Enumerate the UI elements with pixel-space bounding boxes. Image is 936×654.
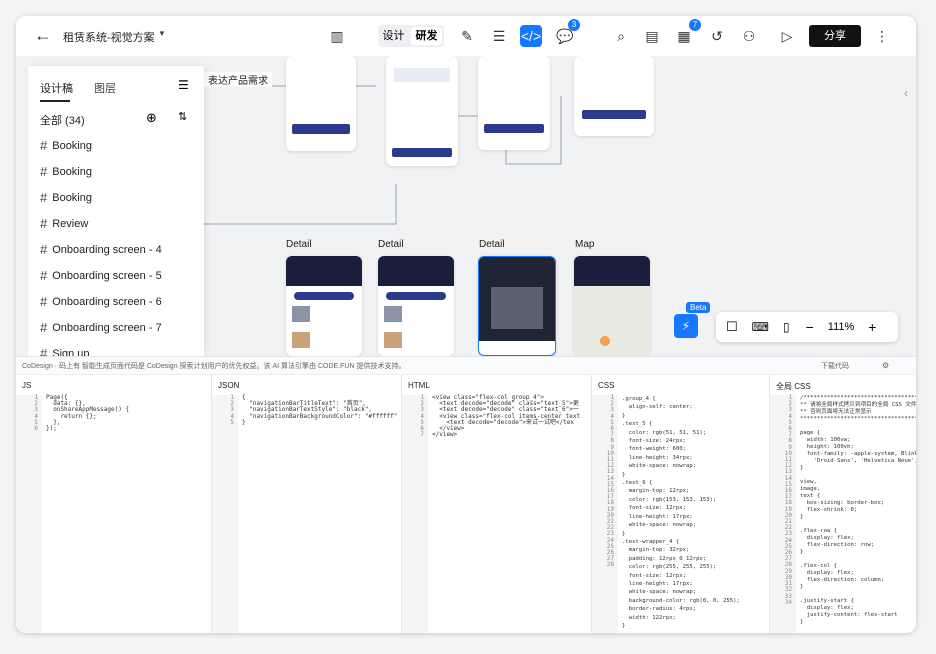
page-item[interactable]: # Onboarding screen - 5 [40,268,162,283]
frame-booking-1[interactable] [286,56,356,151]
hash-icon: # [40,190,48,205]
js-code[interactable]: Page({ data: {}, onShareAppMessage() { r… [46,394,129,432]
page-item[interactable]: # Onboarding screen - 4 [40,242,162,257]
tab-designs[interactable]: 设计稿 [40,80,73,96]
zoom-in-icon[interactable]: + [868,319,876,335]
zoom-level[interactable]: 111% [828,321,855,333]
chevron-down-icon[interactable]: ▼ [158,29,166,38]
eyedropper-icon[interactable]: ✎ [456,25,478,47]
frame-map[interactable] [574,256,650,356]
frame-booking-3[interactable] [478,56,550,150]
code-icon[interactable]: </> [520,25,542,47]
layout-icon[interactable]: ▥ [326,25,348,47]
settings-icon[interactable]: ⚙ [882,361,889,370]
html-header: HTML [408,381,430,390]
history-icon[interactable]: ↺ [706,25,728,47]
page-item[interactable]: # Onboarding screen - 7 [40,320,162,335]
hash-icon: # [40,138,48,153]
tab-dev[interactable]: 研发 [411,27,442,45]
css-column: CSS 1 2 3 4 5 6 7 8 9 10 11 12 13 14 15 … [592,375,770,633]
html-column: HTML 1 2 3 4 5 6 7 <view class="flex-col… [402,375,592,633]
page-item[interactable]: # Review [40,216,88,231]
js-column: JS 1 2 3 4 5 6 Page({ data: {}, onShareA… [16,375,212,633]
file-title[interactable]: 租赁系统-视觉方案 [63,29,155,45]
hash-icon: # [40,164,48,179]
page-item[interactable]: # Booking [40,164,92,179]
js-header: JS [22,381,32,390]
mode-switch: 设计 研发 [378,25,444,47]
tab-layers[interactable]: 图层 [94,80,116,96]
pages-count: 全部 (34) [40,115,85,127]
global-css-column: 全局 CSS 1 2 3 4 5 6 7 8 9 10 11 12 13 14 … [770,375,916,633]
share-button[interactable]: 分享 [809,25,861,47]
keyboard-icon[interactable]: ⌨ [752,320,769,334]
page-item[interactable]: # Booking [40,138,92,153]
json-code[interactable]: { "navigationBarTitleText": "首页", "navig… [242,394,397,426]
frame-label[interactable]: Map [575,239,594,250]
comment-count-badge: 3 [568,19,580,31]
code-panel: CoDesign · 码上有 智能生成页面代码是 CoDesign 探索计划用户… [16,356,916,633]
zoom-out-icon[interactable]: − [806,319,814,335]
frame-label[interactable]: Detail [286,239,312,250]
json-header: JSON [218,381,240,390]
lightning-icon[interactable]: ⚡ [674,314,698,338]
frame-label[interactable]: Detail [479,239,505,250]
top-bar: ← 租赁系统-视觉方案 ▼ ▥ 设计 研发 ✎ ☰ </> 💬 3 ⌕ ▤ ▦ … [16,16,916,56]
page-item[interactable]: # Onboarding screen - 6 [40,294,162,309]
canvas-note: 表达产品需求 [204,72,272,87]
hash-icon: # [40,268,48,283]
global-css-code[interactable]: /************************************ **… [800,395,916,626]
hash-icon: # [40,294,48,309]
beta-badge: Beta [686,302,711,313]
add-icon[interactable]: ⊕ [146,110,157,126]
css-header: CSS [598,381,615,390]
frame-detail-2[interactable] [378,256,454,356]
frame-detail-1[interactable] [286,256,362,356]
canvas-toolbar: ☐ ⌨ ▯ − 111% + [716,312,898,342]
play-icon[interactable]: ▷ [776,25,798,47]
search-icon[interactable]: ⌕ [610,25,632,47]
tab-underline [40,100,70,102]
map-icon[interactable]: ▯ [783,320,790,334]
frame-icon[interactable]: ☐ [726,319,738,335]
json-column: JSON 1 2 3 4 5 { "navigationBarTitleText… [212,375,402,633]
hash-icon: # [40,320,48,335]
global-css-header: 全局 CSS [776,382,811,391]
frame-label[interactable]: Detail [378,239,404,250]
more-icon[interactable]: ⋮ [871,25,893,47]
hash-icon: # [40,216,48,231]
page-item[interactable]: # Booking [40,190,92,205]
chevron-left-icon[interactable]: ‹ [904,86,908,100]
collapse-icon[interactable]: ☰ [178,78,189,92]
layers-panel: 设计稿 图层 ☰ 全部 (34) ⊕ ⇅ # Booking # Booking #… [28,66,204,356]
back-button[interactable]: ← [34,25,52,46]
export-count-badge: 7 [689,19,701,31]
hash-icon: # [40,242,48,257]
hash-icon: # [40,346,48,356]
page-item[interactable]: # Sign up [40,346,90,356]
sliders-icon[interactable]: ☰ [488,25,510,47]
frame-review[interactable] [574,56,654,136]
add-user-icon[interactable]: ⚇ [738,25,760,47]
frame-booking-2[interactable] [386,56,458,166]
html-code[interactable]: <view class="flex-col group_4"> <text de… [432,394,580,438]
sort-icon[interactable]: ⇅ [178,110,187,123]
css-code[interactable]: .group_4 { align-self: center; } .text_5… [622,395,740,630]
frame-detail-3-selected[interactable] [478,256,556,356]
tab-design[interactable]: 设计 [378,27,409,45]
code-notice: CoDesign · 码上有 智能生成页面代码是 CoDesign 探索计划用户… [16,357,916,375]
download-code-button[interactable]: 下载代码 [821,361,849,371]
design-canvas[interactable]: 表达产品需求 ‹ Detail Detail Detail Map 设计稿 图层… [16,56,916,356]
file-icon[interactable]: ▤ [641,25,663,47]
app-window: ← 租赁系统-视觉方案 ▼ ▥ 设计 研发 ✎ ☰ </> 💬 3 ⌕ ▤ ▦ … [16,16,916,633]
